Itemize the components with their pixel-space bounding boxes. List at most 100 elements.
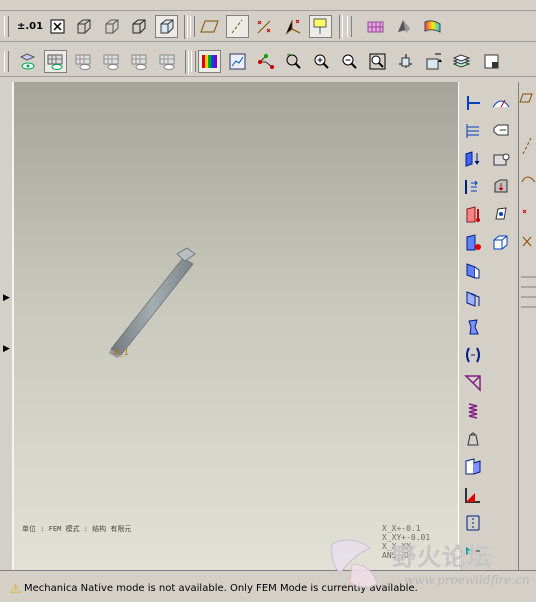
shell-pair-icon	[466, 291, 480, 307]
mesh-display-button[interactable]	[364, 15, 387, 38]
surface-shard-icon	[398, 20, 410, 33]
reorient-button[interactable]	[394, 50, 417, 73]
shaded-view-button[interactable]	[155, 15, 178, 38]
dial-gauge-icon	[492, 99, 510, 108]
tolerance-button[interactable]: ±.01	[16, 15, 44, 38]
zoom-fit-icon	[369, 53, 386, 70]
beam-model[interactable]	[14, 82, 460, 570]
layers-stack-icon	[452, 54, 471, 68]
element-grid-icon	[131, 54, 147, 70]
zoom-in-button[interactable]	[310, 50, 333, 73]
weld-button[interactable]	[462, 484, 484, 506]
element-view-button-4[interactable]	[156, 50, 179, 73]
centrifugal-load-button[interactable]	[490, 204, 512, 226]
displacement-button[interactable]	[462, 120, 484, 142]
csys-icon	[285, 19, 301, 35]
model-label: A_1	[114, 348, 129, 357]
datum-plane-button[interactable]	[198, 15, 221, 38]
gravity-icon	[494, 179, 508, 193]
shell-pair-button[interactable]	[462, 288, 484, 310]
color-scale-button[interactable]	[198, 50, 221, 73]
heat-load-button[interactable]	[462, 232, 484, 254]
wireframe-cube-icon	[77, 19, 91, 34]
watermark-url: www.proewildfire.cn	[404, 573, 530, 587]
expand-panel-arrow-icon[interactable]: ▶	[3, 293, 10, 303]
pressure-load-button[interactable]	[462, 176, 484, 198]
datum-axis-icon	[231, 19, 243, 34]
toolbar-grip[interactable]	[347, 16, 352, 37]
bracket-connector-icon	[466, 347, 480, 363]
layers-button[interactable]	[450, 50, 473, 73]
centrifugal-icon	[495, 207, 507, 220]
mesh-view-toggle-button[interactable]	[44, 50, 67, 73]
wireframe-view-button[interactable]	[72, 15, 95, 38]
element-grid-icon	[75, 54, 91, 70]
shaded-cube-icon	[160, 19, 174, 34]
zoom-fit-button[interactable]	[366, 50, 389, 73]
close-window-button[interactable]	[46, 15, 69, 38]
element-view-button-2[interactable]	[100, 50, 123, 73]
temperature-load-button[interactable]	[462, 204, 484, 226]
zoom-out-button[interactable]	[338, 50, 361, 73]
saved-views-button[interactable]	[422, 50, 445, 73]
measure-button[interactable]	[490, 92, 512, 114]
expand-panel-arrow-icon[interactable]: ▶	[3, 344, 10, 354]
datum-axis-button[interactable]	[226, 15, 249, 38]
node-network-icon	[258, 54, 274, 69]
annotation-display-button[interactable]	[309, 15, 332, 38]
constraint-button[interactable]	[462, 92, 484, 114]
truss-icon	[464, 375, 481, 392]
layer-eye-icon	[19, 53, 36, 70]
model-tree-icon	[484, 54, 499, 69]
weld-icon	[465, 488, 480, 503]
surface-display-button[interactable]	[392, 15, 415, 38]
mesh-eye-icon	[47, 54, 63, 70]
toolbar-grip[interactable]	[4, 51, 9, 72]
bearing-icon	[493, 153, 510, 166]
beam-section-icon	[468, 319, 479, 335]
right-toolbar	[458, 82, 519, 570]
spring-button[interactable]	[462, 400, 484, 422]
mass-button[interactable]	[462, 428, 484, 450]
gap-button[interactable]	[462, 512, 484, 534]
coordinate-system-button[interactable]	[281, 15, 304, 38]
toolbar-grip[interactable]	[191, 51, 196, 72]
warning-icon: ⚠	[10, 582, 21, 596]
spring-connector-button[interactable]	[462, 344, 484, 366]
fringe-display-button[interactable]	[421, 15, 444, 38]
element-view-button-1[interactable]	[72, 50, 95, 73]
toolbar-grip[interactable]	[190, 16, 195, 37]
close-icon	[50, 19, 65, 34]
constraint-icon	[467, 96, 480, 110]
network-button[interactable]	[254, 50, 277, 73]
no-hidden-button[interactable]	[127, 15, 150, 38]
graph-window-icon	[229, 53, 246, 70]
shell-icon	[466, 263, 480, 279]
right-panel-edge	[518, 82, 536, 570]
force-load-button[interactable]	[462, 148, 484, 170]
right-panel-partial-icons	[519, 93, 536, 308]
solid-property-button[interactable]	[490, 232, 512, 254]
gravity-button[interactable]	[490, 176, 512, 198]
truss-button[interactable]	[462, 372, 484, 394]
toolbar-grip[interactable]	[4, 16, 9, 37]
refit-button[interactable]	[282, 50, 305, 73]
element-view-button-3[interactable]	[128, 50, 151, 73]
mesh-icon	[367, 21, 384, 33]
label-button[interactable]	[490, 120, 512, 142]
graph-button[interactable]	[226, 50, 249, 73]
hidden-line-button[interactable]	[100, 15, 123, 38]
graphics-viewport[interactable]: A_1 单位 : FEM 模式 : 结构 有限元 X_X+-0.1 X_XY+-…	[12, 82, 460, 570]
watermark-text: 野火论坛	[392, 543, 492, 571]
datum-point-button[interactable]	[253, 15, 276, 38]
shell-button[interactable]	[462, 260, 484, 282]
rigid-link-button[interactable]	[462, 456, 484, 478]
layer-view-button[interactable]	[16, 50, 39, 73]
beam-button[interactable]	[462, 316, 484, 338]
model-tree-button[interactable]	[480, 50, 503, 73]
element-grid-icon	[159, 54, 175, 70]
pressure-icon	[465, 180, 478, 194]
datum-point-icon	[257, 20, 271, 34]
displacement-icon	[466, 124, 479, 138]
bearing-load-button[interactable]	[490, 148, 512, 170]
